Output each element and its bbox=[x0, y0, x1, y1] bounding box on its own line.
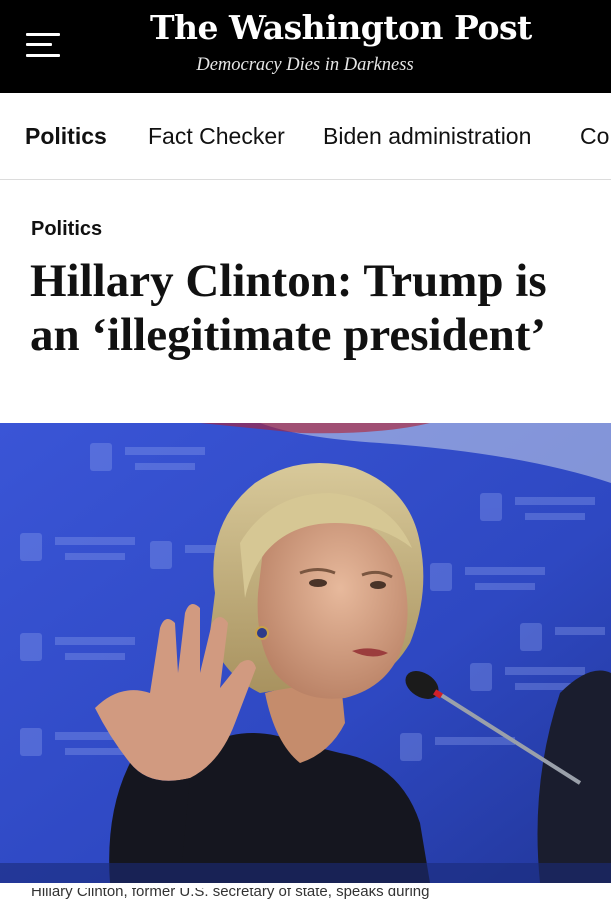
photo-caption: Hillary Clinton, former U.S. secretary o… bbox=[31, 888, 591, 900]
brand[interactable]: The Washington Post Democracy Dies in Da… bbox=[150, 6, 532, 76]
photo-illustration bbox=[0, 423, 611, 883]
nav-item-fact-checker[interactable]: Fact Checker bbox=[148, 123, 285, 149]
article-photo[interactable] bbox=[0, 423, 611, 883]
article-kicker[interactable]: Politics bbox=[31, 218, 102, 240]
article-headline: Hillary Clinton: Trump is an ‘illegitima… bbox=[30, 255, 547, 361]
hamburger-menu-icon[interactable] bbox=[26, 30, 62, 60]
nav-item-more[interactable]: Co bbox=[580, 123, 609, 149]
photo-caption-text: Hillary Clinton, former U.S. secretary o… bbox=[31, 888, 430, 900]
masthead: The Washington Post Democracy Dies in Da… bbox=[0, 0, 611, 93]
nav-item-biden-administration[interactable]: Biden administration bbox=[323, 123, 531, 149]
nav-item-politics[interactable]: Politics bbox=[25, 123, 107, 149]
site-tagline: Democracy Dies in Darkness bbox=[196, 55, 414, 75]
section-nav: Politics Fact Checker Biden administrati… bbox=[0, 93, 611, 180]
site-logo[interactable]: The Washington Post bbox=[150, 6, 532, 50]
